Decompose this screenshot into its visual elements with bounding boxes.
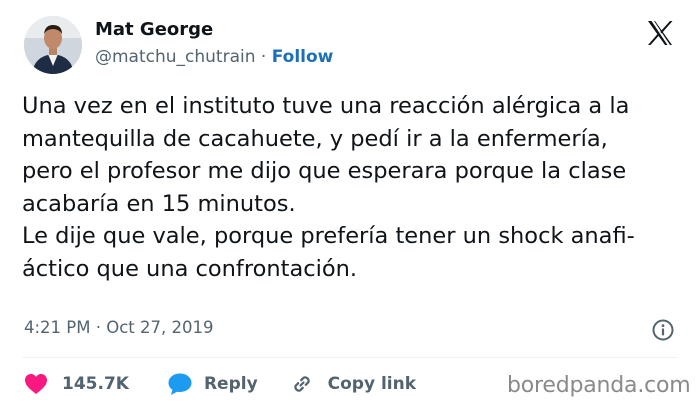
action-bar: 145.7K Reply Copy link xyxy=(24,370,416,398)
divider xyxy=(22,357,678,358)
tweet-timestamp[interactable]: 4:21 PM · Oct 27, 2019 xyxy=(24,318,213,337)
avatar[interactable] xyxy=(24,16,82,74)
author-name[interactable]: Mat George xyxy=(95,19,213,40)
avatar-photo xyxy=(24,16,82,74)
copy-link-button[interactable]: Copy link xyxy=(290,372,416,396)
follow-button[interactable]: Follow xyxy=(272,47,334,67)
speech-bubble-icon xyxy=(168,373,192,395)
copy-link-label: Copy link xyxy=(327,374,417,394)
like-count: 145.7K xyxy=(62,374,129,394)
like-button[interactable]: 145.7K xyxy=(24,373,129,395)
handle-line: @matchu_chutrain · Follow xyxy=(95,47,333,67)
heart-icon xyxy=(25,374,47,394)
handle-separator: · xyxy=(260,47,267,67)
reply-button[interactable]: Reply xyxy=(167,372,258,396)
author-handle[interactable]: @matchu_chutrain xyxy=(95,47,256,67)
watermark: boredpanda.com xyxy=(507,373,691,398)
x-logo-icon[interactable] xyxy=(645,18,675,48)
tweet-date: Oct 27, 2019 xyxy=(106,318,214,337)
info-icon[interactable] xyxy=(651,318,675,342)
link-icon xyxy=(293,376,310,392)
tweet-text: Una vez en el instituto tuve una reacció… xyxy=(22,93,635,282)
tweet-time: 4:21 PM xyxy=(24,318,91,337)
meta-separator: · xyxy=(95,318,101,337)
reply-label: Reply xyxy=(203,374,258,394)
